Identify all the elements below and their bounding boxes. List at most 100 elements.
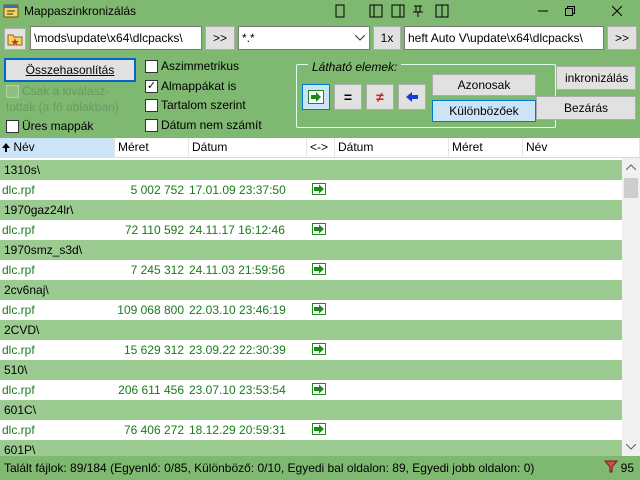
sort-up-icon (2, 143, 10, 152)
file-date: 23.07.10 23:53:54 (189, 383, 286, 397)
arrow-left-icon (406, 92, 418, 102)
window-title: Mappaszinkronizálás (24, 4, 137, 18)
close-button[interactable]: Bezárás (536, 96, 636, 120)
file-name: dlc.rpf (2, 343, 35, 357)
show-equal-toggle[interactable]: = (334, 84, 362, 110)
file-name: dlc.rpf (2, 223, 35, 237)
right-path-input[interactable]: heft Auto V\update\x64\dlcpacks\ (404, 26, 604, 50)
options-panel: Összehasonlítás Csak a kiválasz- tottak … (0, 56, 640, 138)
browse-right-button[interactable]: >> (607, 26, 637, 50)
scroll-up-icon[interactable] (626, 164, 636, 170)
file-row[interactable]: dlc.rpf 7 245 312 24.11.03 21:59:56 (0, 260, 622, 280)
copy-right-icon (312, 423, 326, 435)
ignore-date-checkbox[interactable]: Dátum nem számít (145, 118, 262, 132)
file-row[interactable]: dlc.rpf 76 406 272 18.12.29 20:59:31 (0, 420, 622, 440)
file-name: dlc.rpf (2, 383, 35, 397)
ignore-date-box (145, 118, 158, 132)
show-different-toggle[interactable]: ≠ (366, 84, 394, 110)
col-left-name[interactable]: Név (0, 138, 115, 158)
subdirs-box: ✓ (145, 79, 158, 93)
visible-items-label: Látható elemek: (308, 60, 402, 74)
compare-button[interactable]: Összehasonlítás (4, 58, 136, 82)
dir-row[interactable]: 1310s\ (0, 160, 622, 180)
file-size: 7 245 312 (130, 263, 184, 277)
left-path-input[interactable]: \mods\update\x64\dlcpacks\ (30, 26, 202, 50)
file-mask-select[interactable]: *.* (238, 26, 370, 50)
dir-name: 601C\ (4, 403, 37, 417)
not-equal-icon: ≠ (376, 89, 384, 105)
file-row[interactable]: dlc.rpf 109 068 800 22.03.10 23:46:19 (0, 300, 622, 320)
dual-pane-icon[interactable] (366, 0, 386, 22)
by-content-box (145, 98, 158, 112)
file-row[interactable]: dlc.rpf 5 002 752 17.01.09 23:37:50 (0, 180, 622, 200)
col-left-size[interactable]: Méret (115, 138, 189, 158)
pin-icon[interactable] (408, 0, 428, 22)
col-left-name-label: Név (13, 140, 35, 154)
dir-row[interactable]: 2cv6naj\ (0, 280, 622, 300)
file-row[interactable]: dlc.rpf 15 629 312 23.09.22 22:30:39 (0, 340, 622, 360)
dir-name: 1970gaz24lr\ (4, 203, 74, 217)
subdirs-checkbox[interactable]: ✓ Almappákat is (145, 79, 236, 93)
mask-1x-button[interactable]: 1x (373, 26, 401, 50)
dir-row[interactable]: 1970smz_s3d\ (0, 240, 622, 260)
dir-row[interactable]: 1970gaz24lr\ (0, 200, 622, 220)
dir-name: 2CVD\ (4, 323, 40, 337)
status-bar: Talált fájlok: 89/184 (Egyenlő: 0/85, Kü… (0, 456, 640, 480)
file-date: 23.09.22 22:30:39 (189, 343, 286, 357)
by-content-label: Tartalom szerint (161, 98, 246, 112)
col-right-date[interactable]: Dátum (335, 138, 449, 158)
scroll-down-icon[interactable] (626, 444, 636, 450)
close-icon[interactable] (594, 0, 640, 22)
file-name: dlc.rpf (2, 183, 35, 197)
dir-row[interactable]: 601C\ (0, 400, 622, 420)
file-date: 24.11.17 16:12:46 (189, 223, 285, 237)
file-name: dlc.rpf (2, 423, 35, 437)
path-toolbar: \mods\update\x64\dlcpacks\ >> *.* 1x hef… (0, 22, 640, 56)
app-icon (3, 4, 19, 18)
empty-dirs-box (6, 119, 19, 133)
scrollbar-thumb[interactable] (624, 178, 638, 198)
mini-window-icon[interactable] (330, 0, 350, 22)
empty-dirs-checkbox[interactable]: Üres mappák (6, 119, 93, 133)
file-row[interactable]: dlc.rpf 72 110 592 24.11.17 16:12:46 (0, 220, 622, 240)
identical-button[interactable]: Azonosak (432, 74, 536, 96)
file-list: 1310s\ dlc.rpf 5 002 752 17.01.09 23:37:… (0, 158, 622, 456)
synchronize-button[interactable]: inkronizálás (556, 66, 636, 90)
restore-icon[interactable] (550, 0, 590, 22)
filter-down-icon (604, 460, 618, 473)
file-date: 24.11.03 21:59:56 (189, 263, 285, 277)
col-right-name[interactable]: Név (523, 138, 640, 158)
only-selected-checkbox[interactable]: Csak a kiválasz- (6, 84, 109, 98)
asymmetric-checkbox[interactable]: Aszimmetrikus (145, 59, 239, 73)
different-button[interactable]: Különbözőek (432, 100, 536, 122)
empty-dirs-label: Üres mappák (22, 119, 94, 133)
col-right-size[interactable]: Méret (449, 138, 523, 158)
status-count: 95 (620, 461, 634, 475)
col-left-date[interactable]: Dátum (189, 138, 307, 158)
copy-right-icon (312, 183, 326, 195)
col-compare[interactable]: <-> (307, 138, 335, 158)
dir-row[interactable]: 510\ (0, 360, 622, 380)
file-size: 5 002 752 (130, 183, 184, 197)
dir-name: 1310s\ (4, 163, 41, 177)
side-by-side-icon[interactable] (388, 0, 408, 22)
dir-name: 601P\ (4, 443, 36, 456)
dir-name: 510\ (4, 363, 28, 377)
chevron-down-icon (355, 35, 365, 41)
vertical-scrollbar[interactable] (622, 158, 640, 456)
dir-row[interactable]: 2CVD\ (0, 320, 622, 340)
copy-right-icon (312, 343, 326, 355)
only-selected-label-line2: tottak (a fő ablakban) (6, 100, 119, 114)
copy-right-icon (312, 263, 326, 275)
show-right-only-toggle[interactable] (398, 84, 426, 110)
browse-left-button[interactable]: >> (205, 26, 235, 50)
folder-star-button[interactable] (4, 28, 26, 50)
only-selected-box (6, 84, 19, 98)
status-text: Talált fájlok: 89/184 (Egyenlő: 0/85, Kü… (4, 461, 535, 475)
file-date: 17.01.09 23:37:50 (189, 183, 286, 197)
file-row[interactable]: dlc.rpf 206 611 456 23.07.10 23:53:54 (0, 380, 622, 400)
dir-row[interactable]: 601P\ (0, 440, 622, 456)
window-mode-icon[interactable] (432, 0, 452, 22)
by-content-checkbox[interactable]: Tartalom szerint (145, 98, 246, 112)
show-left-only-toggle[interactable] (302, 84, 330, 110)
